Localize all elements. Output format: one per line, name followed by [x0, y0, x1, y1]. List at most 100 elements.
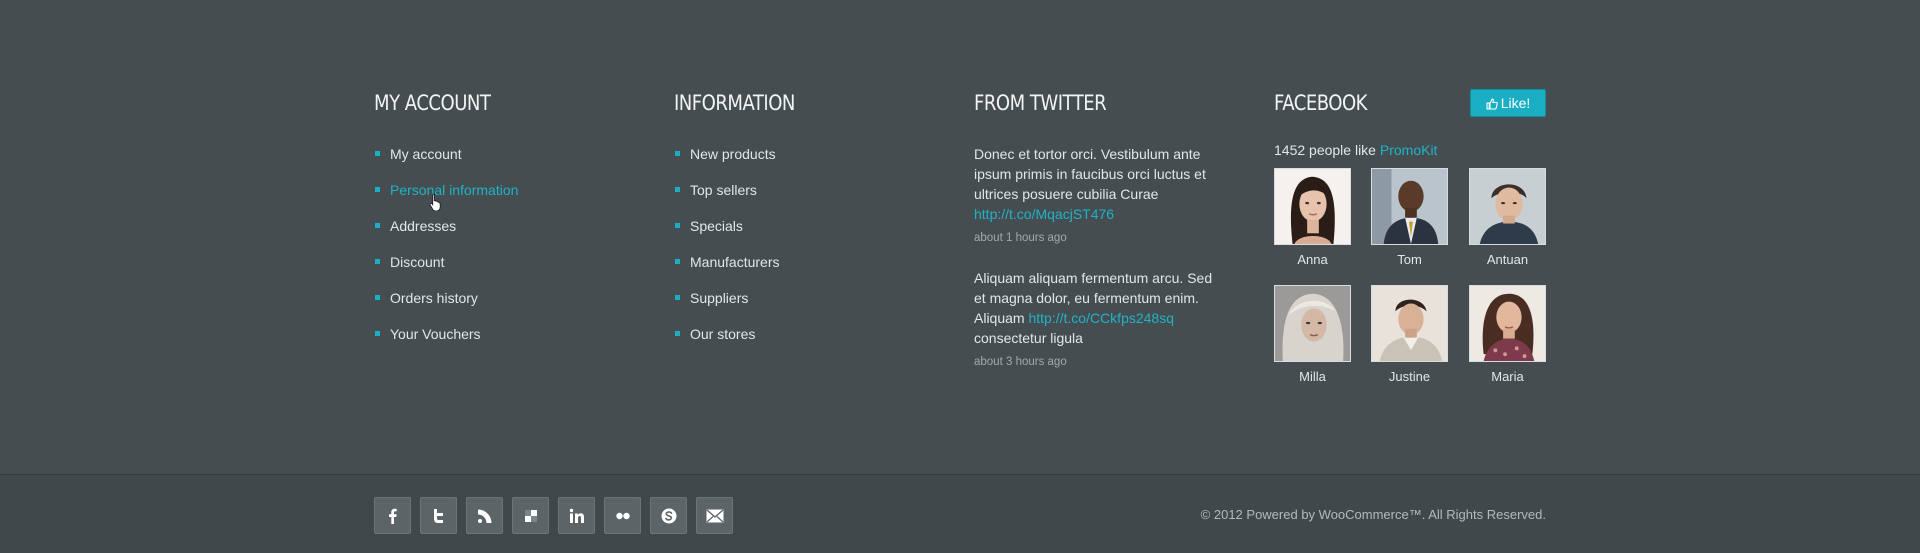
information-column: Information New products Top sellers Spe…: [674, 88, 954, 360]
fan-milla[interactable]: Milla: [1274, 285, 1351, 385]
fan-name: Justine: [1388, 369, 1431, 384]
twitter-heading: From Twitter: [974, 91, 1107, 115]
fan-name: Tom: [1397, 252, 1422, 267]
fb-like-count: 1452 people like PromoKit: [1274, 140, 1546, 160]
personal-information-link[interactable]: Personal information: [390, 182, 518, 198]
facebook-button[interactable]: [374, 497, 411, 534]
top-sellers-link[interactable]: Top sellers: [690, 182, 757, 198]
list-item[interactable]: Your Vouchers: [374, 324, 654, 360]
suppliers-link[interactable]: Suppliers: [690, 290, 748, 306]
fan-antuan[interactable]: Antuan: [1469, 168, 1546, 268]
tweet: Donec et tortor orci. Vestibulum ante ip…: [974, 144, 1224, 246]
discount-link[interactable]: Discount: [390, 254, 444, 270]
facebook-column: Facebook Like! 1452 people like PromoKit: [1274, 88, 1546, 398]
bullet-icon: [375, 331, 380, 336]
tweet-text-end: consectetur ligula: [974, 330, 1083, 346]
information-list: New products Top sellers Specials Manufa…: [674, 144, 954, 360]
your-vouchers-link[interactable]: Your Vouchers: [390, 326, 481, 342]
my-account-link[interactable]: My account: [390, 146, 462, 162]
avatar[interactable]: [1469, 168, 1546, 245]
avatar[interactable]: [1371, 168, 1448, 245]
bullet-icon: [375, 259, 380, 264]
list-item[interactable]: Discount: [374, 252, 654, 288]
fan-tom[interactable]: Tom: [1371, 168, 1448, 268]
my-account-list: My account Personal information Addresse…: [374, 144, 654, 360]
fan-maria[interactable]: Maria: [1469, 285, 1546, 385]
bullet-icon: [675, 151, 680, 156]
email-icon: [706, 508, 723, 522]
my-account-heading: My Account: [374, 91, 491, 115]
skype-icon: [661, 508, 676, 523]
bullet-icon: [675, 331, 680, 336]
bullet-icon: [375, 151, 380, 156]
twitter-button[interactable]: [420, 497, 457, 534]
tweet-text: Donec et tortor orci. Vestibulum ante ip…: [974, 146, 1206, 202]
rss-button[interactable]: [466, 497, 503, 534]
facebook-icon: [388, 508, 397, 524]
list-item[interactable]: Specials: [674, 216, 954, 252]
email-button[interactable]: [696, 497, 733, 534]
twitter-icon: [433, 508, 443, 523]
list-item[interactable]: My account: [374, 144, 654, 180]
fan-name: Antuan: [1486, 252, 1529, 267]
bullet-icon: [675, 295, 680, 300]
like-label[interactable]: Like!: [1501, 95, 1531, 111]
copyright-text: © 2012 Powered by WooCommerce™. All Righ…: [1200, 507, 1546, 522]
like-button[interactable]: Like!: [1470, 89, 1546, 117]
list-item[interactable]: New products: [674, 144, 954, 180]
twitter-column: From Twitter Donec et tortor orci. Vesti…: [974, 88, 1224, 370]
delicious-button[interactable]: [512, 497, 549, 534]
avatar[interactable]: [1371, 285, 1448, 362]
list-item[interactable]: Addresses: [374, 216, 654, 252]
tweet-body: Aliquam aliquam fermentum arcu. Sed et m…: [974, 268, 1224, 348]
fan-name: Maria: [1491, 369, 1524, 384]
tweet-body: Donec et tortor orci. Vestibulum ante ip…: [974, 144, 1224, 224]
list-item[interactable]: Suppliers: [674, 288, 954, 324]
tweet-link[interactable]: http://t.co/CCkfps248sq: [1028, 310, 1174, 326]
fan-name: Anna: [1297, 252, 1328, 267]
manufacturers-link[interactable]: Manufacturers: [690, 254, 779, 270]
footer-columns: My Account My account Personal informati…: [0, 0, 1920, 474]
fan-grid: Anna Tom Antuan Milla Justine Maria: [1274, 168, 1546, 398]
bullet-icon: [375, 223, 380, 228]
flickr-button[interactable]: [604, 497, 641, 534]
list-item[interactable]: Top sellers: [674, 180, 954, 216]
thumbs-up-icon: [1486, 98, 1498, 110]
avatar[interactable]: [1274, 168, 1351, 245]
addresses-link[interactable]: Addresses: [390, 218, 456, 234]
list-item[interactable]: Manufacturers: [674, 252, 954, 288]
tweet-time: about 1 hours ago: [974, 232, 1067, 244]
delicious-icon: [524, 509, 537, 522]
fb-page-link[interactable]: PromoKit: [1380, 142, 1438, 158]
flickr-icon: [615, 512, 630, 519]
linkedin-icon: [569, 508, 584, 523]
bullet-icon: [675, 223, 680, 228]
my-account-column: My Account My account Personal informati…: [374, 88, 654, 360]
fb-count-text: 1452 people like: [1274, 142, 1376, 158]
tweet: Aliquam aliquam fermentum arcu. Sed et m…: [974, 268, 1224, 370]
bullet-icon: [375, 295, 380, 300]
skype-button[interactable]: [650, 497, 687, 534]
fan-justine[interactable]: Justine: [1371, 285, 1448, 385]
fan-anna[interactable]: Anna: [1274, 168, 1351, 268]
tweet-link[interactable]: http://t.co/MqacjST476: [974, 206, 1114, 222]
orders-history-link[interactable]: Orders history: [390, 290, 478, 306]
bullet-icon: [375, 187, 380, 192]
linkedin-button[interactable]: [558, 497, 595, 534]
bullet-icon: [675, 259, 680, 264]
hand-cursor-icon: [429, 193, 441, 211]
our-stores-link[interactable]: Our stores: [690, 326, 755, 342]
avatar[interactable]: [1274, 285, 1351, 362]
new-products-link[interactable]: New products: [690, 146, 776, 162]
information-heading: Information: [674, 91, 795, 115]
list-item[interactable]: Personal information: [374, 180, 654, 216]
specials-link[interactable]: Specials: [690, 218, 743, 234]
footer-bottom-bar: © 2012 Powered by WooCommerce™. All Righ…: [0, 474, 1920, 553]
list-item[interactable]: Our stores: [674, 324, 954, 360]
rss-icon: [477, 509, 491, 523]
list-item[interactable]: Orders history: [374, 288, 654, 324]
bullet-icon: [675, 187, 680, 192]
avatar[interactable]: [1469, 285, 1546, 362]
tweet-time: about 3 hours ago: [974, 356, 1067, 368]
fan-name: Milla: [1299, 369, 1326, 384]
